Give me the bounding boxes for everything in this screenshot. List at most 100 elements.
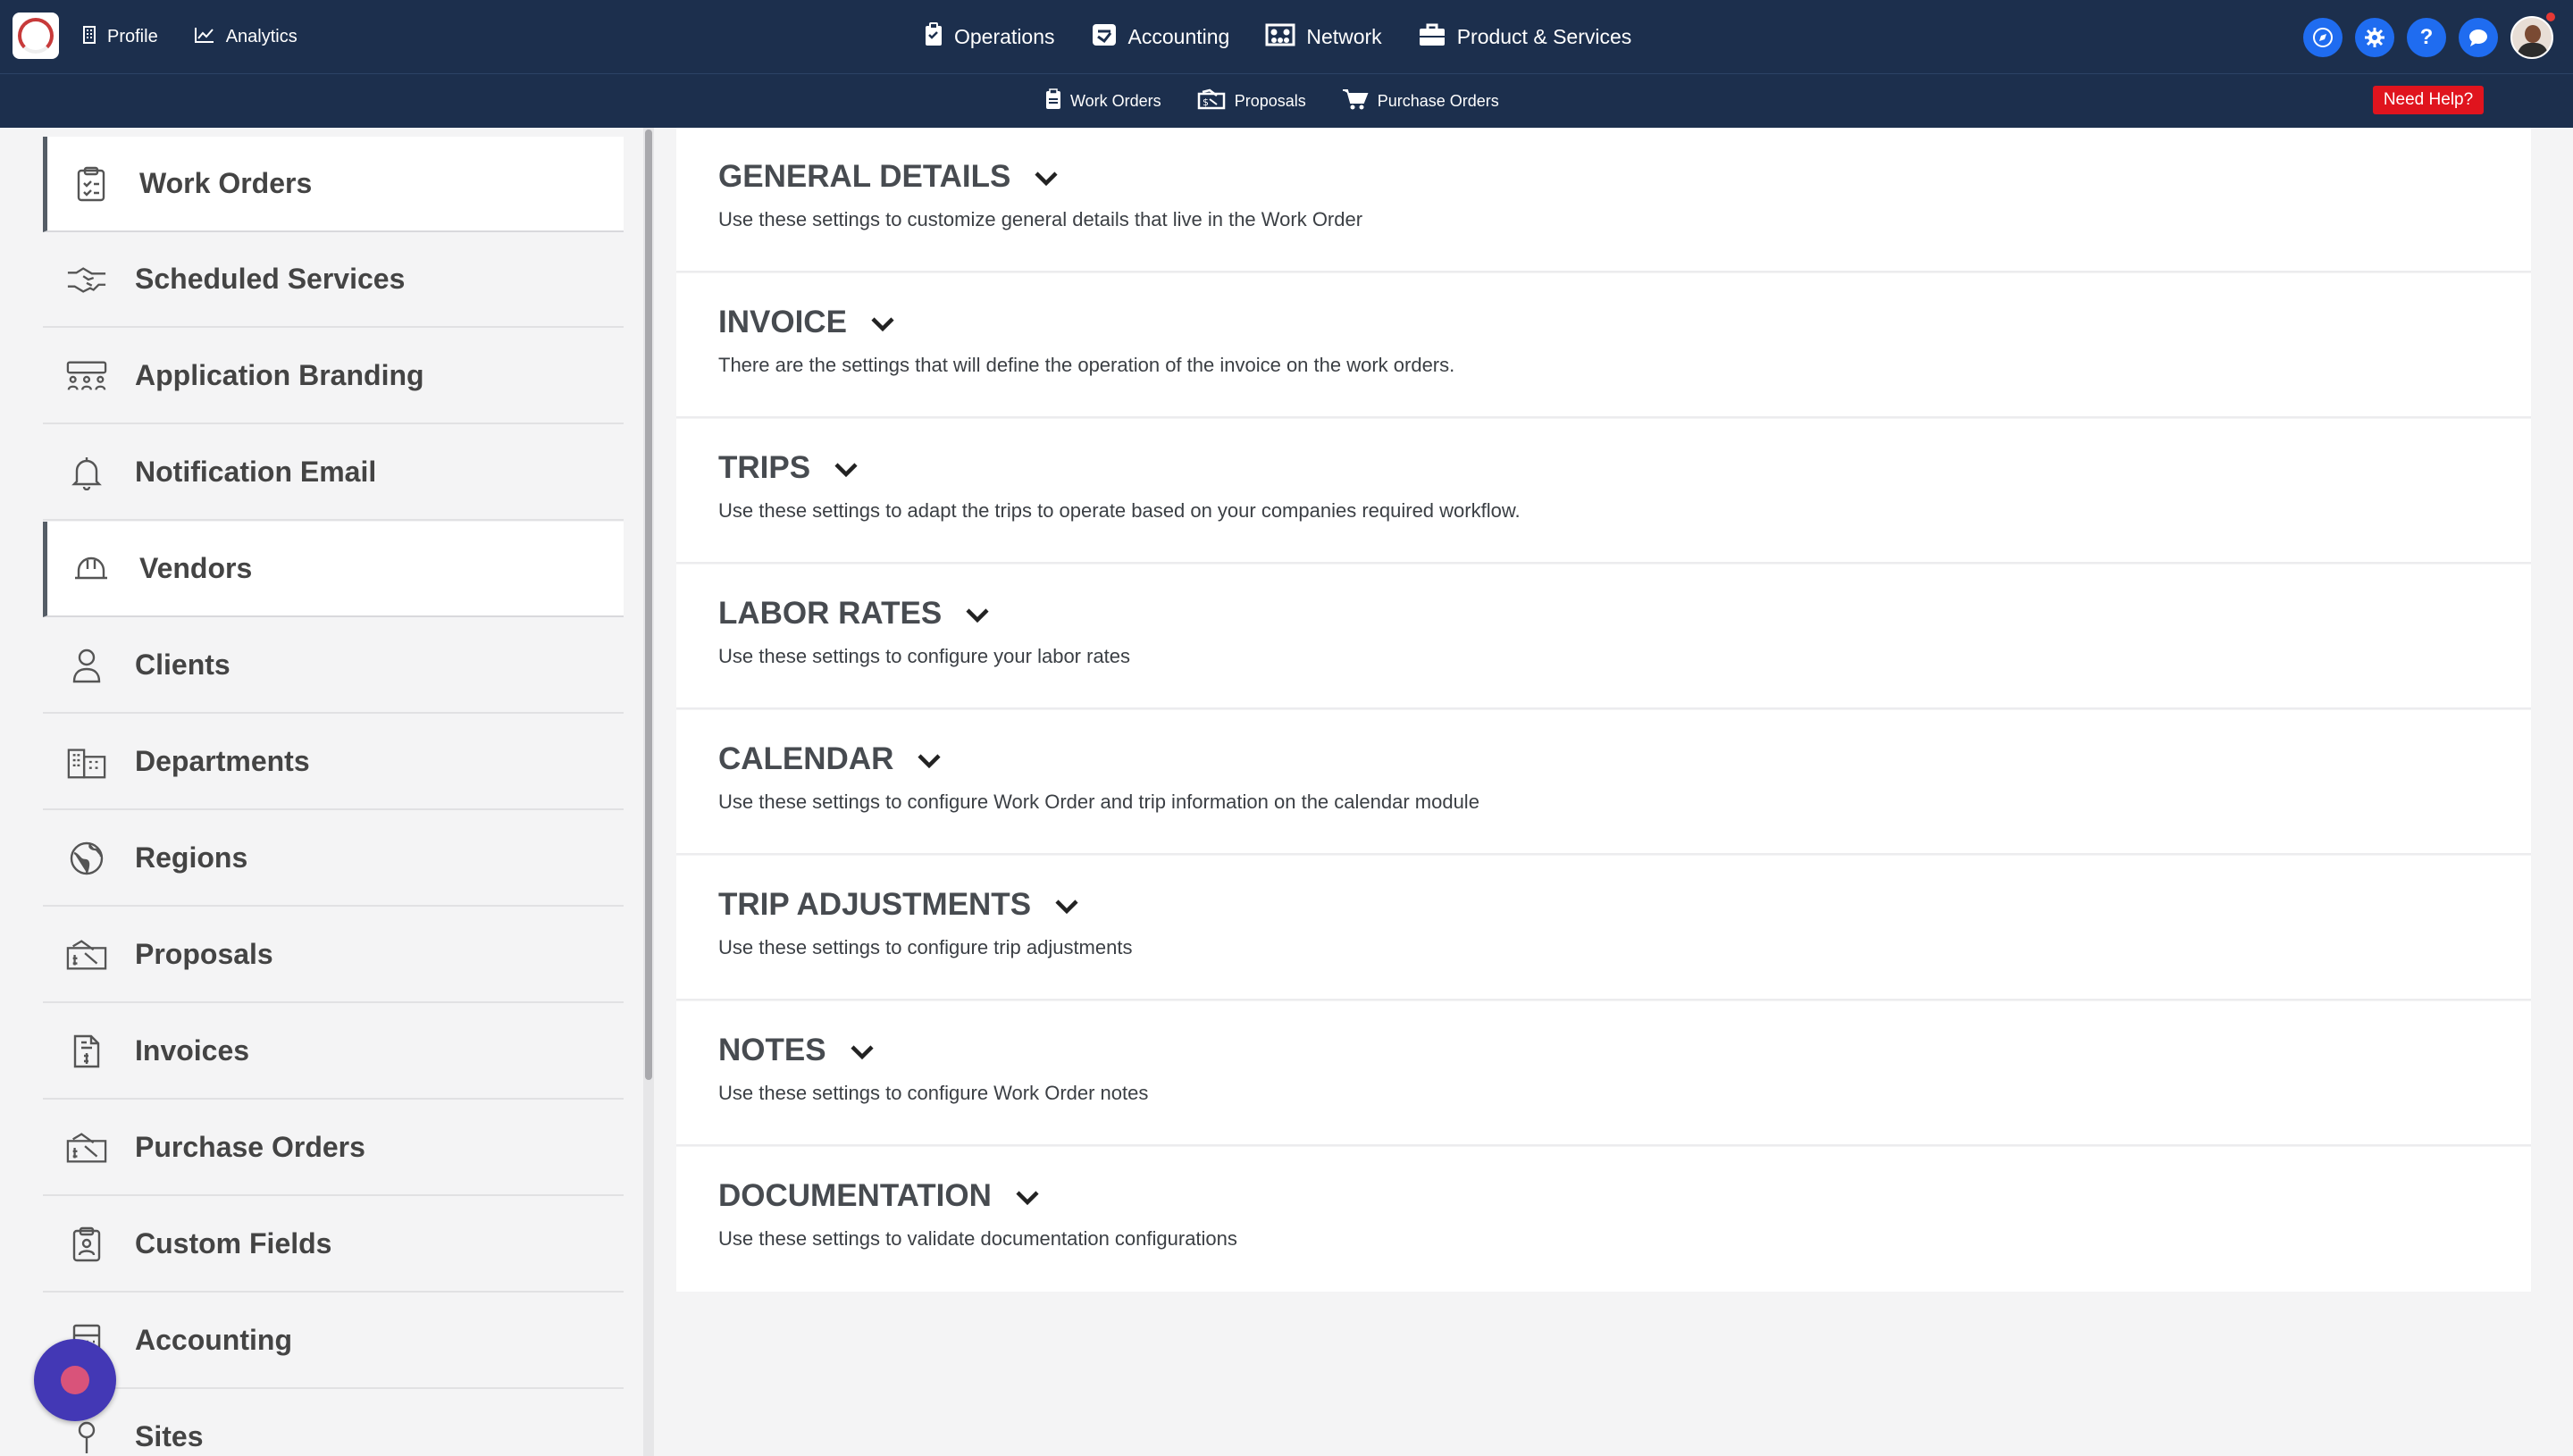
chevron-down-icon[interactable] — [870, 305, 895, 340]
handshake-icon — [66, 259, 107, 300]
section-header[interactable]: GENERAL DETAILS — [718, 159, 1059, 195]
sidebar-item-departments[interactable]: Departments — [43, 715, 624, 810]
chat-icon[interactable] — [2459, 17, 2498, 57]
chevron-down-icon[interactable] — [1054, 887, 1079, 923]
nav-analytics[interactable]: Analytics — [194, 26, 298, 49]
chevron-down-icon[interactable] — [965, 596, 990, 632]
sidebar-item-application-branding[interactable]: Application Branding — [43, 329, 624, 424]
sidebar-item-scheduled-services[interactable]: Scheduled Services — [43, 232, 624, 328]
section-labor-rates[interactable]: LABOR RATES Use these settings to config… — [676, 565, 2531, 709]
sidebar-item-clients[interactable]: Clients — [43, 618, 624, 714]
sidebar-item-label: Work Orders — [139, 167, 313, 199]
chevron-down-icon[interactable] — [917, 741, 942, 777]
sidebar-item-purchase-orders[interactable]: Purchase Orders — [43, 1100, 624, 1196]
sidebar-item-invoices[interactable]: Invoices — [43, 1004, 624, 1100]
network-icon — [1265, 23, 1295, 52]
nav-product-services-label: Product & Services — [1456, 25, 1632, 48]
chevron-down-icon[interactable] — [1015, 1178, 1040, 1214]
section-title: INVOICE — [718, 305, 847, 339]
nav-operations[interactable]: Operations — [924, 21, 1055, 53]
chevron-down-icon[interactable] — [850, 1033, 875, 1068]
section-description: Use these settings to configure Work Ord… — [718, 791, 1479, 813]
section-description: Use these settings to validate documenta… — [718, 1227, 1237, 1250]
proposal-icon — [66, 1127, 107, 1168]
cart-icon — [1342, 88, 1369, 115]
section-header[interactable]: CALENDAR — [718, 741, 942, 777]
globe-icon — [66, 838, 107, 879]
invoice-icon — [66, 1031, 107, 1072]
sidebar-item-label: Application Branding — [135, 359, 424, 391]
section-header[interactable]: TRIP ADJUSTMENTS — [718, 887, 1079, 923]
sidebar-item-custom-fields[interactable]: Custom Fields — [43, 1197, 624, 1293]
subnav-purchase-orders[interactable]: Purchase Orders — [1342, 88, 1499, 115]
settings-sidebar: Work Orders Scheduled Services Applicati… — [0, 128, 643, 1456]
briefcase-icon — [1418, 22, 1446, 53]
chevron-down-icon[interactable] — [1034, 159, 1059, 195]
help-icon[interactable]: ? — [2407, 17, 2446, 57]
company-logo[interactable] — [13, 13, 59, 59]
sidebar-item-regions[interactable]: Regions — [43, 811, 624, 907]
top-navbar: Profile Analytics Operations Accounting — [0, 0, 2573, 74]
nav-operations-label: Operations — [954, 25, 1055, 48]
section-title: GENERAL DETAILS — [718, 159, 1011, 194]
subnav-work-orders-label: Work Orders — [1070, 91, 1161, 110]
clipboard-user-icon — [66, 1224, 107, 1265]
user-icon — [66, 645, 107, 686]
nav-product-services[interactable]: Product & Services — [1418, 22, 1632, 53]
sidebar-item-label: Scheduled Services — [135, 263, 406, 295]
section-trips[interactable]: TRIPS Use these settings to adapt the tr… — [676, 419, 2531, 564]
nav-network-label: Network — [1306, 25, 1382, 48]
section-description: Use these settings to configure trip adj… — [718, 936, 1133, 958]
proposal-icon: $ — [1197, 88, 1226, 114]
section-header[interactable]: TRIPS — [718, 450, 859, 486]
sidebar-item-notification-email[interactable]: Notification Email — [43, 425, 624, 521]
notification-dot — [2544, 11, 2557, 23]
section-header[interactable]: INVOICE — [718, 305, 895, 340]
section-header[interactable]: LABOR RATES — [718, 596, 990, 632]
settings-main-panel: GENERAL DETAILS Use these settings to cu… — [676, 128, 2531, 1292]
section-general-details[interactable]: GENERAL DETAILS Use these settings to cu… — [676, 128, 2531, 272]
sidebar-item-vendors[interactable]: Vendors — [43, 522, 624, 617]
sidebar-item-proposals[interactable]: Proposals — [43, 908, 624, 1003]
sidebar-scroll-thumb[interactable] — [645, 130, 652, 1080]
building-icon — [82, 25, 96, 49]
need-help-button[interactable]: Need Help? — [2373, 86, 2484, 114]
nav-network[interactable]: Network — [1265, 23, 1382, 52]
sidebar-item-label: Purchase Orders — [135, 1131, 365, 1163]
nav-accounting[interactable]: Accounting — [1091, 22, 1229, 53]
section-description: Use these settings to adapt the trips to… — [718, 499, 1521, 522]
hard-hat-icon — [71, 548, 112, 590]
section-notes[interactable]: NOTES Use these settings to configure Wo… — [676, 1001, 2531, 1146]
section-description: Use these settings to customize general … — [718, 208, 1363, 230]
section-calendar[interactable]: CALENDAR Use these settings to configure… — [676, 710, 2531, 855]
sidebar-item-accounting[interactable]: Accounting — [43, 1293, 624, 1389]
people-group-icon — [66, 356, 107, 397]
proposal-icon — [66, 934, 107, 975]
sidebar-item-label: Vendors — [139, 552, 253, 584]
chat-assistant-button[interactable] — [34, 1339, 116, 1421]
sidebar-item-work-orders[interactable]: Work Orders — [43, 137, 624, 232]
gear-icon[interactable] — [2355, 17, 2394, 57]
sidebar-item-sites[interactable]: Sites — [43, 1390, 624, 1456]
chart-line-icon — [194, 26, 215, 49]
section-documentation[interactable]: DOCUMENTATION Use these settings to vali… — [676, 1147, 2531, 1292]
compass-icon[interactable] — [2303, 17, 2343, 57]
map-pin-icon — [66, 1417, 107, 1456]
section-title: DOCUMENTATION — [718, 1178, 992, 1213]
section-trip-adjustments[interactable]: TRIP ADJUSTMENTS Use these settings to c… — [676, 856, 2531, 1000]
buildings-icon — [66, 741, 107, 782]
section-header[interactable]: DOCUMENTATION — [718, 1178, 1040, 1214]
sidebar-item-label: Notification Email — [135, 456, 377, 488]
section-description: Use these settings to configure your lab… — [718, 645, 1131, 667]
subnav-proposals[interactable]: $ Proposals — [1197, 88, 1306, 114]
nav-profile[interactable]: Profile — [82, 25, 158, 49]
section-invoice[interactable]: INVOICE There are the settings that will… — [676, 273, 2531, 418]
sidebar-item-label: Proposals — [135, 938, 273, 970]
clipboard-icon — [1045, 88, 1061, 114]
section-title: CALENDAR — [718, 741, 894, 776]
chevron-down-icon[interactable] — [834, 450, 859, 486]
section-header[interactable]: NOTES — [718, 1033, 875, 1068]
sidebar-item-label: Accounting — [135, 1324, 292, 1356]
sidebar-item-label: Invoices — [135, 1034, 250, 1067]
subnav-work-orders[interactable]: Work Orders — [1045, 88, 1161, 114]
